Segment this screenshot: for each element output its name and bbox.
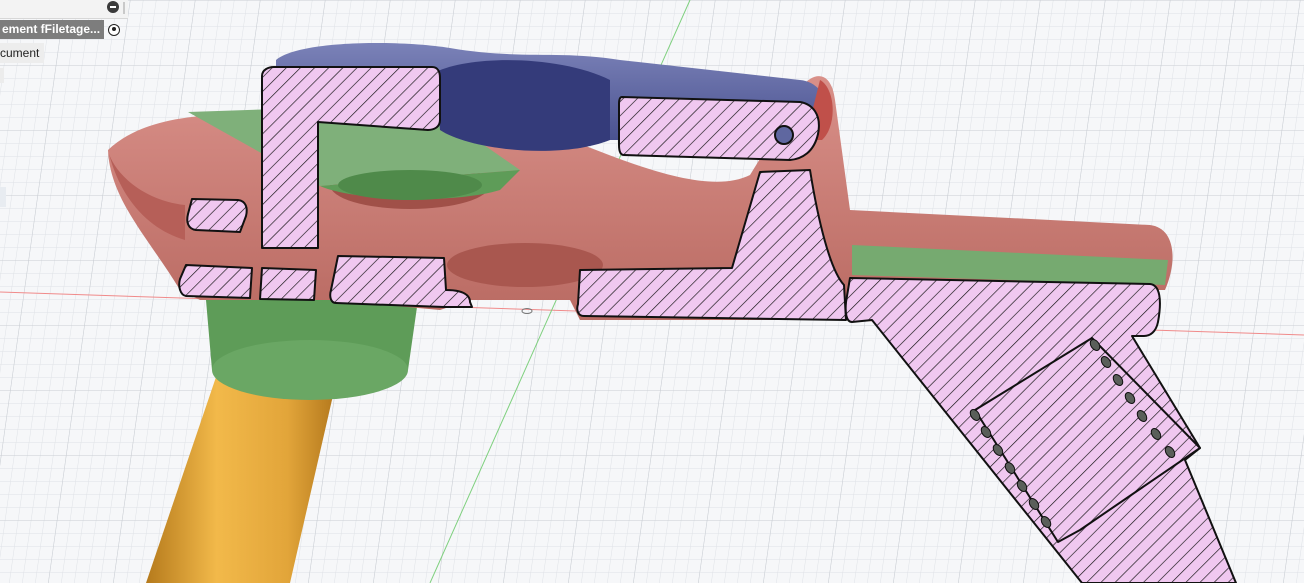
panel-divider [123, 2, 125, 14]
radio-activate-icon[interactable] [108, 23, 121, 36]
hook-section [186, 198, 248, 233]
canvas-viewport[interactable] [0, 0, 1304, 583]
visibility-toggle-icon[interactable] [107, 1, 119, 13]
component-label[interactable]: ement fFiletage... [0, 20, 105, 39]
blue-insert-section [259, 267, 317, 301]
green-cylinder-body[interactable] [206, 300, 418, 400]
panel-edge-tab[interactable] [0, 68, 4, 83]
panel-edge-tab[interactable] [0, 187, 6, 207]
document-row[interactable]: cument [0, 43, 45, 63]
browser-panel-header [0, 0, 128, 19]
pivot-pin [774, 125, 794, 145]
hook-lower-section [178, 264, 253, 299]
component-row[interactable]: ement fFiletage... [0, 20, 121, 39]
